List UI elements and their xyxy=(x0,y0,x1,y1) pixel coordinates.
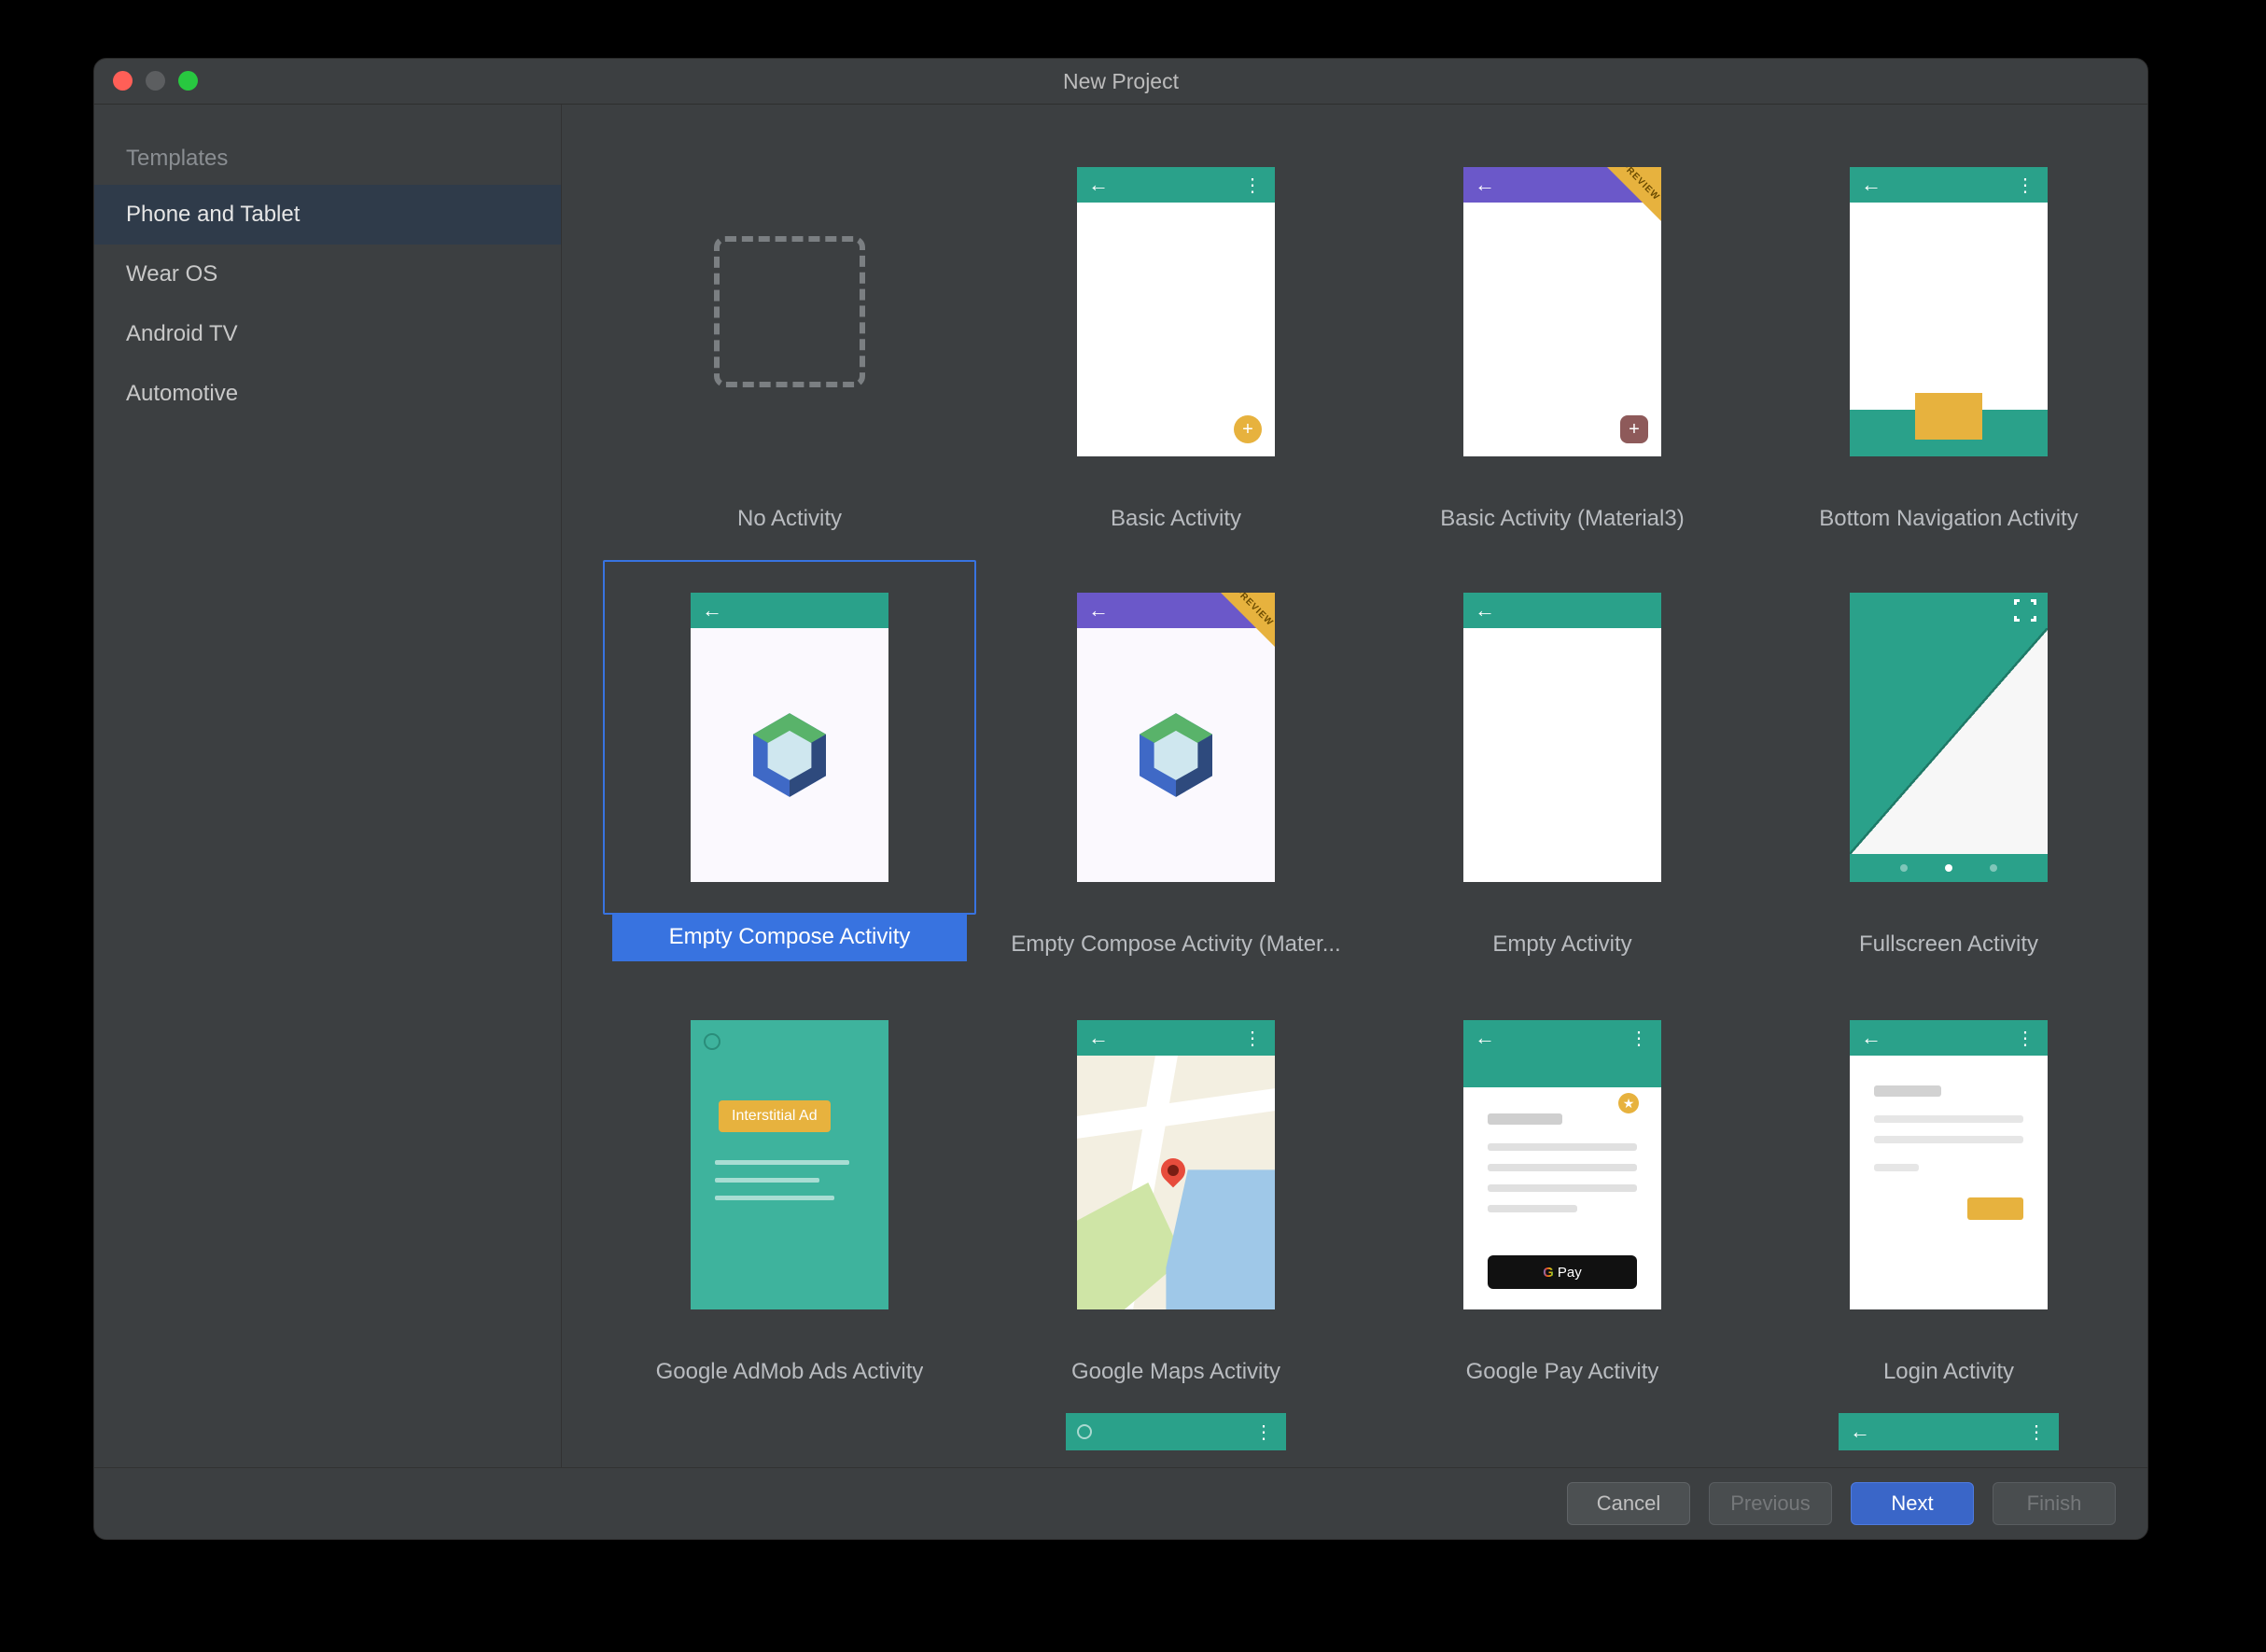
fullscreen-preview-icon xyxy=(1850,628,2048,854)
template-google-pay[interactable]: ← ⋮ ★ G Pay Google Pay Activity xyxy=(1376,987,1749,1387)
titlebar: New Project xyxy=(94,59,2147,105)
sidebar-header: Templates xyxy=(94,133,561,185)
finish-button[interactable]: Finish xyxy=(1993,1482,2116,1525)
overflow-icon: ⋮ xyxy=(1630,1027,1650,1050)
overflow-icon: ⋮ xyxy=(2016,1027,2036,1050)
camera-dot-icon xyxy=(704,1033,720,1050)
back-arrow-icon: ← xyxy=(1475,173,1495,197)
back-arrow-icon: ← xyxy=(1475,598,1495,623)
login-button-icon xyxy=(1967,1197,2023,1220)
sidebar: Templates Phone and Tablet Wear OS Andro… xyxy=(94,105,562,1467)
template-label: Fullscreen Activity xyxy=(1859,931,2038,959)
window-title: New Project xyxy=(1063,69,1179,94)
overflow-icon: ⋮ xyxy=(1243,174,1264,197)
template-basic-activity[interactable]: ← ⋮ + Basic Activity xyxy=(989,134,1363,534)
gpay-button-icon: G Pay xyxy=(1488,1255,1637,1289)
template-partial-1[interactable] xyxy=(603,1413,976,1450)
bottom-nav-icon xyxy=(1850,410,2048,456)
template-partial-3[interactable] xyxy=(1376,1413,1749,1450)
template-label: Google Maps Activity xyxy=(1071,1359,1280,1387)
dialog-footer: Cancel Previous Next Finish xyxy=(94,1467,2147,1539)
new-project-dialog: New Project Templates Phone and Tablet W… xyxy=(93,58,2148,1540)
overflow-icon: ⋮ xyxy=(2016,174,2036,197)
template-label: Empty Compose Activity (Mater... xyxy=(1011,931,1340,959)
template-fullscreen[interactable]: Fullscreen Activity xyxy=(1762,560,2135,961)
template-maps[interactable]: ← ⋮ Google Maps Activity xyxy=(989,987,1363,1387)
template-no-activity[interactable]: No Activity xyxy=(603,134,976,534)
text-lines-icon xyxy=(1874,1085,2023,1184)
overflow-icon: ⋮ xyxy=(2027,1421,2048,1444)
next-button[interactable]: Next xyxy=(1851,1482,1974,1525)
minimize-window-icon[interactable] xyxy=(146,71,165,91)
sidebar-item-android-tv[interactable]: Android TV xyxy=(94,304,561,364)
template-partial-2[interactable]: ⋮ xyxy=(989,1413,1363,1450)
back-arrow-icon: ← xyxy=(1088,173,1109,197)
template-admob[interactable]: Interstitial Ad Google AdMob Ads Activit… xyxy=(603,987,976,1387)
overflow-icon: ⋮ xyxy=(1254,1421,1275,1444)
previous-button[interactable]: Previous xyxy=(1709,1482,1832,1525)
template-label: Login Activity xyxy=(1883,1359,2014,1387)
ad-badge: Interstitial Ad xyxy=(719,1100,831,1132)
back-arrow-icon: ← xyxy=(1088,1026,1109,1050)
preview-badge: PREVIEW xyxy=(1221,593,1275,647)
template-label: Basic Activity xyxy=(1111,506,1241,534)
page-indicator-icon xyxy=(1850,854,2048,882)
template-label: Empty Activity xyxy=(1492,931,1631,959)
template-partial-4[interactable]: ←⋮ xyxy=(1762,1413,2135,1450)
text-lines-icon xyxy=(715,1160,864,1213)
back-arrow-icon: ← xyxy=(1861,1026,1881,1050)
template-label: Google AdMob Ads Activity xyxy=(656,1359,924,1387)
camera-dot-icon xyxy=(1077,1424,1092,1439)
template-basic-activity-m3[interactable]: ← PREVIEW + Basic Activity (Material3) xyxy=(1376,134,1749,534)
sidebar-item-phone-tablet[interactable]: Phone and Tablet xyxy=(94,185,561,245)
text-lines-icon xyxy=(1488,1113,1637,1225)
compose-logo-icon xyxy=(691,628,888,882)
cancel-button[interactable]: Cancel xyxy=(1567,1482,1690,1525)
back-arrow-icon: ← xyxy=(1088,598,1109,623)
template-empty-activity[interactable]: ← Empty Activity xyxy=(1376,560,1749,961)
map-preview-icon xyxy=(1077,1056,1275,1309)
template-login[interactable]: ← ⋮ Login Activity xyxy=(1762,987,2135,1387)
preview-badge: PREVIEW xyxy=(1607,167,1661,221)
template-label: Basic Activity (Material3) xyxy=(1440,506,1684,534)
back-arrow-icon: ← xyxy=(1475,1026,1495,1050)
template-label: Empty Compose Activity xyxy=(612,915,967,961)
fullscreen-icon xyxy=(2014,599,2036,622)
window-controls xyxy=(113,71,198,91)
back-arrow-icon: ← xyxy=(1861,173,1881,197)
fab-icon: + xyxy=(1620,415,1648,443)
sidebar-item-wear-os[interactable]: Wear OS xyxy=(94,245,561,304)
template-label: Google Pay Activity xyxy=(1466,1359,1659,1387)
close-window-icon[interactable] xyxy=(113,71,133,91)
dashed-placeholder-icon xyxy=(714,236,865,387)
back-arrow-icon: ← xyxy=(1850,1420,1870,1444)
compose-logo-icon xyxy=(1077,628,1275,882)
template-empty-compose-m3[interactable]: ← PREVIEW Empty Compose Activity (Mater.… xyxy=(989,560,1363,961)
overflow-icon: ⋮ xyxy=(1243,1027,1264,1050)
template-empty-compose[interactable]: ← Empty Compose Activity xyxy=(603,560,976,961)
star-icon: ★ xyxy=(1618,1093,1639,1113)
zoom-window-icon[interactable] xyxy=(178,71,198,91)
template-gallery: No Activity ←⋮ + Basic Activity ← xyxy=(562,105,2147,1467)
back-arrow-icon: ← xyxy=(702,598,722,623)
template-label: Bottom Navigation Activity xyxy=(1819,506,2077,534)
fab-icon: + xyxy=(1234,415,1262,443)
template-bottom-navigation[interactable]: ← ⋮ Bottom Navigation Activity xyxy=(1762,134,2135,534)
template-label: No Activity xyxy=(737,506,842,534)
sidebar-item-automotive[interactable]: Automotive xyxy=(94,364,561,424)
